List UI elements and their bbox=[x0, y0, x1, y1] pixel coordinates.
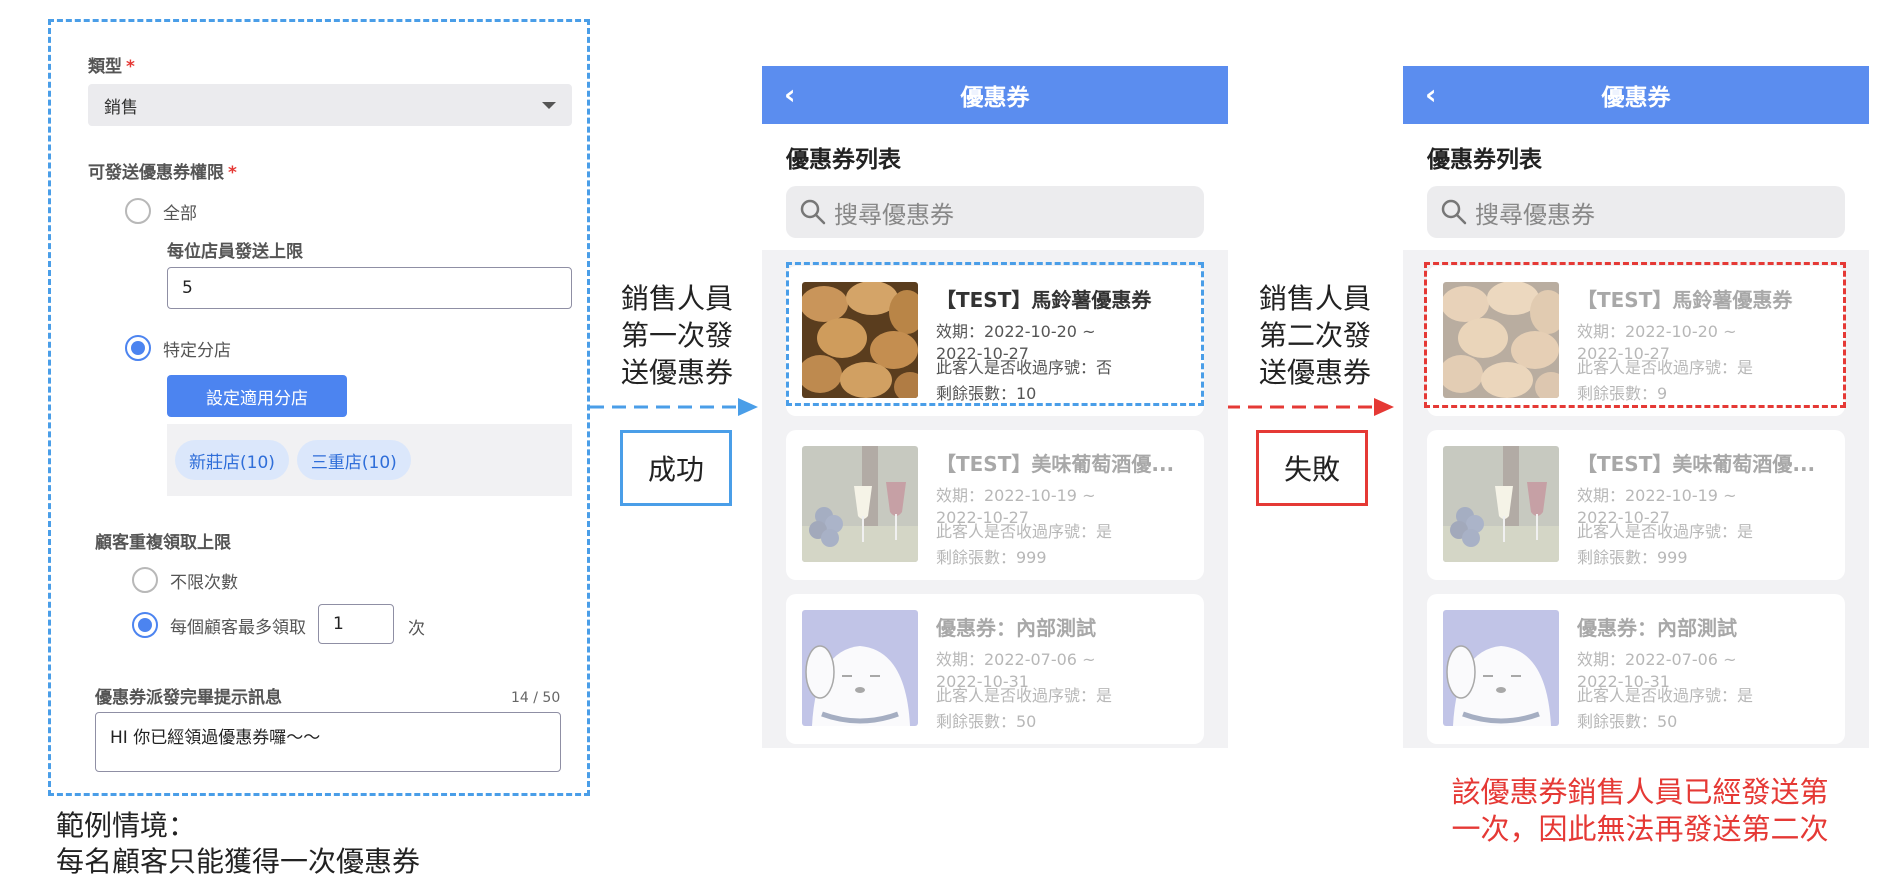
set-branches-button[interactable]: 設定適用分店 bbox=[167, 375, 347, 417]
radio-option-unlimited[interactable]: 不限次數 bbox=[132, 567, 238, 593]
coupon-card[interactable]: 優惠券：內部測試 效期：2022-07-06 ~ 2022-10-31 此客人是… bbox=[786, 594, 1204, 744]
coupon-validity: 效期：2022-07-06 ~ bbox=[936, 650, 1096, 669]
coupon-card[interactable]: 優惠券：內部測試 效期：2022-07-06 ~ 2022-10-31 此客人是… bbox=[1427, 594, 1845, 744]
flow-1-line: 送優惠券 bbox=[620, 356, 733, 389]
max-per-customer-input[interactable]: 1 bbox=[318, 604, 394, 644]
flow-1-line: 銷售人員 bbox=[620, 282, 733, 315]
search-icon bbox=[800, 199, 826, 225]
search-icon bbox=[1441, 199, 1467, 225]
phone-header-title: 優惠券 bbox=[960, 85, 1030, 111]
coupon-list-title: 優惠券列表 bbox=[1427, 147, 1542, 173]
coupon-serial-status: 此客人是否收過序號：是 bbox=[936, 686, 1113, 705]
coupon-search-input[interactable]: 搜尋優惠券 bbox=[786, 186, 1204, 238]
type-select-value: 銷售 bbox=[104, 97, 138, 118]
coupon-list-title: 優惠券列表 bbox=[786, 147, 901, 173]
failure-note-line-2: 一次，因此無法再發送第二次 bbox=[1451, 812, 1829, 846]
coupon-card[interactable]: 【TEST】美味葡萄酒優... 效期：2022-10-19 ~ 2022-10-… bbox=[1427, 430, 1845, 580]
search-placeholder: 搜尋優惠券 bbox=[834, 200, 954, 229]
chevron-left-icon[interactable]: ‹ bbox=[1425, 78, 1437, 111]
radio-label-unlimited: 不限次數 bbox=[170, 572, 238, 593]
scenario-line-1: 範例情境： bbox=[56, 809, 197, 842]
flow-2-line: 銷售人員 bbox=[1258, 282, 1371, 315]
per-staff-limit-label: 每位店員發送上限 bbox=[167, 242, 303, 262]
radio-option-max-per-customer[interactable]: 每個顧客最多領取 bbox=[132, 612, 306, 638]
times-unit: 次 bbox=[408, 619, 425, 639]
coupon-settings-form: 類型 * 銷售 可發送優惠券權限 * 全部 每位店員發送上限 5 特定分店 設定適用… bbox=[48, 19, 590, 796]
radio-label-specific: 特定分店 bbox=[163, 340, 231, 361]
radio-button-selected[interactable] bbox=[132, 612, 158, 638]
search-placeholder: 搜尋優惠券 bbox=[1475, 200, 1595, 229]
type-label-text: 類型 bbox=[88, 57, 122, 77]
flow-2-line: 送優惠券 bbox=[1258, 356, 1371, 389]
phone-list-header: 優惠券列表 搜尋優惠券 bbox=[762, 124, 1228, 250]
dropdown-caret-icon bbox=[542, 101, 556, 109]
phone-list-header: 優惠券列表 搜尋優惠券 bbox=[1403, 124, 1869, 250]
phone-header-title: 優惠券 bbox=[1601, 85, 1671, 111]
radio-option-all[interactable]: 全部 bbox=[125, 198, 197, 224]
radio-button[interactable] bbox=[125, 198, 151, 224]
radio-button[interactable] bbox=[132, 567, 158, 593]
type-select[interactable]: 銷售 bbox=[88, 84, 572, 126]
coupon-title: 【TEST】美味葡萄酒優... bbox=[936, 452, 1175, 476]
success-highlight-outline bbox=[786, 262, 1204, 406]
flow-2-description: 銷售人員 第二次發 送優惠券 bbox=[1250, 280, 1380, 391]
branch-chip[interactable]: 新莊店(10) bbox=[175, 440, 289, 480]
radio-label-max-per-customer: 每個顧客最多領取 bbox=[170, 617, 306, 638]
phone-screen-first-send: ‹ 優惠券 優惠券列表 搜尋優惠券 【TEST】馬鈴薯優惠券 效期：2022-1… bbox=[762, 66, 1228, 748]
wine-image bbox=[1443, 446, 1559, 562]
message-textarea[interactable]: HI 你已經領過優惠券囉〜〜 bbox=[95, 712, 561, 772]
cartoon-dog-image bbox=[802, 610, 918, 726]
wine-image bbox=[802, 446, 918, 562]
coupon-title: 優惠券：內部測試 bbox=[1577, 616, 1737, 640]
required-mark: * bbox=[126, 57, 135, 77]
branch-chip[interactable]: 三重店(10) bbox=[296, 440, 411, 480]
coupon-title: 【TEST】美味葡萄酒優... bbox=[1577, 452, 1816, 476]
coupon-remaining: 剩餘張數：50 bbox=[936, 712, 1037, 731]
success-label: 成功 bbox=[620, 430, 732, 506]
coupon-serial-status: 此客人是否收過序號：是 bbox=[936, 522, 1113, 541]
coupon-search-input[interactable]: 搜尋優惠券 bbox=[1427, 186, 1845, 238]
coupon-remaining: 剩餘張數：50 bbox=[1577, 712, 1678, 731]
coupon-remaining: 剩餘張數：999 bbox=[1577, 548, 1688, 567]
branch-chip-list: 新莊店(10) 三重店(10) bbox=[167, 424, 572, 496]
per-staff-limit-input[interactable]: 5 bbox=[167, 267, 572, 309]
cartoon-dog-image bbox=[1443, 610, 1559, 726]
phone-header: ‹ 優惠券 bbox=[1403, 66, 1869, 124]
required-mark: * bbox=[228, 163, 237, 183]
radio-button-selected[interactable] bbox=[125, 335, 151, 361]
phone-header: ‹ 優惠券 bbox=[762, 66, 1228, 124]
permission-label-text: 可發送優惠券權限 bbox=[88, 163, 224, 183]
repeat-limit-label: 顧客重複領取上限 bbox=[95, 533, 231, 553]
coupon-validity: 效期：2022-07-06 ~ bbox=[1577, 650, 1737, 669]
failure-note: 該優惠券銷售人員已經發送第 一次，因此無法再發送第二次 bbox=[1420, 774, 1860, 848]
failure-highlight-outline bbox=[1424, 262, 1846, 408]
permission-label: 可發送優惠券權限 * bbox=[88, 158, 237, 183]
coupon-validity: 效期：2022-10-19 ~ bbox=[936, 486, 1096, 505]
coupon-card-body: 優惠券：內部測試 效期：2022-07-06 ~ 2022-10-31 此客人是… bbox=[1577, 612, 1837, 733]
coupon-serial-status: 此客人是否收過序號：是 bbox=[1577, 686, 1754, 705]
scenario-line-2: 每名顧客只能獲得一次優惠券 bbox=[56, 845, 421, 878]
flow-1-description: 銷售人員 第一次發 送優惠券 bbox=[612, 280, 742, 391]
chevron-left-icon[interactable]: ‹ bbox=[784, 78, 796, 111]
flow-2-line: 第二次發 bbox=[1258, 319, 1371, 352]
coupon-title: 優惠券：內部測試 bbox=[936, 616, 1096, 640]
scenario-caption: 範例情境： 每名顧客只能獲得一次優惠券 bbox=[56, 808, 420, 880]
type-label: 類型 * bbox=[88, 52, 135, 77]
coupon-validity: 效期：2022-10-19 ~ bbox=[1577, 486, 1737, 505]
message-label: 優惠券派發完畢提示訊息 bbox=[95, 688, 282, 708]
coupon-card-body: 優惠券：內部測試 效期：2022-07-06 ~ 2022-10-31 此客人是… bbox=[936, 612, 1196, 733]
coupon-card-body: 【TEST】美味葡萄酒優... 效期：2022-10-19 ~ 2022-10-… bbox=[1577, 448, 1837, 569]
coupon-card-body: 【TEST】美味葡萄酒優... 效期：2022-10-19 ~ 2022-10-… bbox=[936, 448, 1196, 569]
message-char-counter: 14 / 50 bbox=[511, 690, 561, 706]
failure-note-line-1: 該優惠券銷售人員已經發送第 bbox=[1451, 775, 1829, 809]
flow-1-arrow bbox=[590, 398, 758, 416]
radio-option-specific[interactable]: 特定分店 bbox=[125, 335, 231, 361]
failure-label: 失敗 bbox=[1256, 430, 1368, 506]
coupon-remaining: 剩餘張數：999 bbox=[936, 548, 1047, 567]
coupon-card[interactable]: 【TEST】美味葡萄酒優... 效期：2022-10-19 ~ 2022-10-… bbox=[786, 430, 1204, 580]
flow-2-arrow bbox=[1226, 398, 1394, 416]
radio-label-all: 全部 bbox=[163, 203, 197, 224]
coupon-serial-status: 此客人是否收過序號：是 bbox=[1577, 522, 1754, 541]
flow-1-line: 第一次發 bbox=[620, 319, 733, 352]
